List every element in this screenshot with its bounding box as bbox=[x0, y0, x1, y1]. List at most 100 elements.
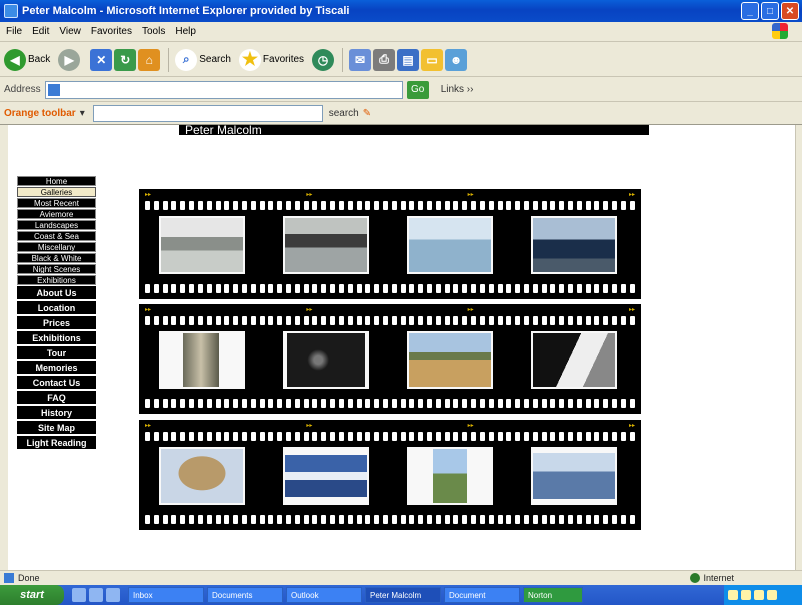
perforation-hole bbox=[197, 432, 203, 441]
close-button[interactable]: ✕ bbox=[781, 2, 799, 20]
photo-thumbnail[interactable] bbox=[283, 331, 369, 389]
nav-item[interactable]: Home bbox=[17, 176, 96, 186]
quick-launch-icon[interactable] bbox=[89, 588, 103, 602]
nav-item[interactable]: History bbox=[17, 406, 96, 419]
nav-item[interactable]: Memories bbox=[17, 361, 96, 374]
perforation-hole bbox=[259, 201, 265, 210]
minimize-button[interactable]: _ bbox=[741, 2, 759, 20]
nav-item[interactable]: Prices bbox=[17, 316, 96, 329]
film-perforations bbox=[145, 316, 635, 325]
print-icon[interactable]: ⎙ bbox=[373, 48, 396, 71]
orange-search-button[interactable]: search bbox=[329, 108, 359, 119]
photo-thumbnail[interactable] bbox=[531, 216, 617, 274]
links-label[interactable]: Links ›› bbox=[441, 84, 474, 95]
perforation-hole bbox=[603, 316, 609, 325]
nav-item[interactable]: Site Map bbox=[17, 421, 96, 434]
nav-item[interactable]: Miscellany bbox=[17, 242, 96, 252]
perforation-hole bbox=[400, 432, 406, 441]
photo-thumbnail[interactable] bbox=[407, 331, 493, 389]
vertical-scrollbar[interactable] bbox=[795, 125, 802, 570]
back-button[interactable]: ◀ Back bbox=[4, 48, 50, 71]
menu-view[interactable]: View bbox=[59, 26, 81, 37]
folder-icon[interactable]: ▭ bbox=[421, 48, 444, 71]
favorites-button[interactable]: ★ Favorites bbox=[238, 48, 305, 71]
perforation-hole bbox=[550, 201, 556, 210]
nav-item[interactable]: Aviemore bbox=[17, 209, 96, 219]
taskbar-button[interactable]: Outlook bbox=[286, 587, 362, 603]
mail-icon[interactable]: ✉ bbox=[349, 48, 372, 71]
menu-favorites[interactable]: Favorites bbox=[91, 26, 132, 37]
tray-icon[interactable] bbox=[741, 590, 751, 600]
nav-item[interactable]: Most Recent bbox=[17, 198, 96, 208]
menu-tools[interactable]: Tools bbox=[142, 26, 165, 37]
perforation-hole bbox=[321, 284, 327, 293]
perforation-hole bbox=[286, 515, 291, 524]
taskbar-button[interactable]: Documents bbox=[207, 587, 283, 603]
perforation-hole bbox=[515, 201, 521, 210]
orange-dropdown-icon[interactable]: ▾ bbox=[80, 108, 85, 119]
film-edge-markings: ▸▸ ▸▸ ▸▸ ▸▸ bbox=[145, 307, 635, 313]
photo-thumbnail[interactable] bbox=[531, 447, 617, 505]
nav-item[interactable]: Location bbox=[17, 301, 96, 314]
edit-icon[interactable]: ▤ bbox=[397, 48, 420, 71]
favorites-label: Favorites bbox=[262, 54, 305, 65]
photo-thumbnail[interactable] bbox=[283, 216, 369, 274]
taskbar-button[interactable]: Peter Malcolm bbox=[365, 587, 441, 603]
menu-help[interactable]: Help bbox=[175, 26, 196, 37]
perforation-hole bbox=[224, 201, 230, 210]
orange-search-input[interactable] bbox=[92, 105, 323, 122]
nav-item[interactable]: Light Reading bbox=[17, 436, 96, 449]
perforation-hole bbox=[523, 284, 529, 293]
messenger-icon[interactable]: ☻ bbox=[445, 48, 468, 71]
orange-toolbar-label[interactable]: Orange toolbar bbox=[4, 108, 76, 119]
stop-icon[interactable]: ✕ bbox=[90, 48, 113, 71]
photo-thumbnail[interactable] bbox=[283, 447, 369, 505]
nav-item[interactable]: Landscapes bbox=[17, 220, 96, 230]
nav-item[interactable]: Tour bbox=[17, 346, 96, 359]
photo-thumbnail[interactable] bbox=[531, 331, 617, 389]
perforation-hole bbox=[382, 399, 388, 408]
menu-file[interactable]: File bbox=[6, 26, 22, 37]
nav-item[interactable]: Coast & Sea bbox=[17, 231, 96, 241]
photo-thumbnail[interactable] bbox=[159, 447, 245, 505]
quick-launch-icon[interactable] bbox=[106, 588, 120, 602]
taskbar-button[interactable]: Document bbox=[444, 587, 520, 603]
nav-item[interactable]: Black & White bbox=[17, 253, 96, 263]
address-input[interactable] bbox=[44, 80, 403, 99]
nav-item[interactable]: Galleries bbox=[17, 187, 96, 197]
maximize-button[interactable]: □ bbox=[761, 2, 779, 20]
history-icon[interactable]: ◷ bbox=[312, 48, 335, 71]
perforation-hole bbox=[171, 399, 177, 408]
nav-item[interactable]: Exhibitions bbox=[17, 331, 96, 344]
taskbar-button[interactable]: Norton bbox=[523, 587, 583, 603]
refresh-icon[interactable]: ↻ bbox=[114, 48, 137, 71]
forward-button[interactable]: ▶ bbox=[58, 48, 82, 71]
nav-item[interactable]: About Us bbox=[17, 286, 96, 299]
nav-item[interactable]: Contact Us bbox=[17, 376, 96, 389]
window-controls: _ □ ✕ bbox=[741, 2, 799, 20]
nav-item[interactable]: FAQ bbox=[17, 391, 96, 404]
tray-icon[interactable] bbox=[754, 590, 764, 600]
back-arrow-icon: ◀ bbox=[4, 48, 26, 71]
search-button[interactable]: ⌕ Search bbox=[175, 48, 231, 71]
perforation-hole bbox=[427, 284, 432, 293]
perforation-hole bbox=[171, 515, 177, 524]
home-icon[interactable]: ⌂ bbox=[138, 48, 161, 71]
perforation-hole bbox=[471, 399, 477, 408]
tray-icon[interactable] bbox=[728, 590, 738, 600]
photo-thumbnail[interactable] bbox=[407, 216, 493, 274]
go-button[interactable]: Go bbox=[406, 80, 429, 99]
nav-item[interactable]: Night Scenes bbox=[17, 264, 96, 274]
perforation-hole bbox=[532, 515, 538, 524]
nav-item[interactable]: Exhibitions bbox=[17, 275, 96, 285]
perforation-hole bbox=[153, 399, 159, 408]
taskbar-button[interactable]: Inbox bbox=[128, 587, 204, 603]
highlight-icon[interactable]: ✎ bbox=[363, 108, 371, 119]
photo-thumbnail[interactable] bbox=[407, 447, 493, 505]
menu-edit[interactable]: Edit bbox=[32, 26, 49, 37]
start-button[interactable]: start bbox=[0, 585, 64, 605]
photo-thumbnail[interactable] bbox=[159, 331, 245, 389]
tray-icon[interactable] bbox=[767, 590, 777, 600]
quick-launch-icon[interactable] bbox=[72, 588, 86, 602]
photo-thumbnail[interactable] bbox=[159, 216, 245, 274]
